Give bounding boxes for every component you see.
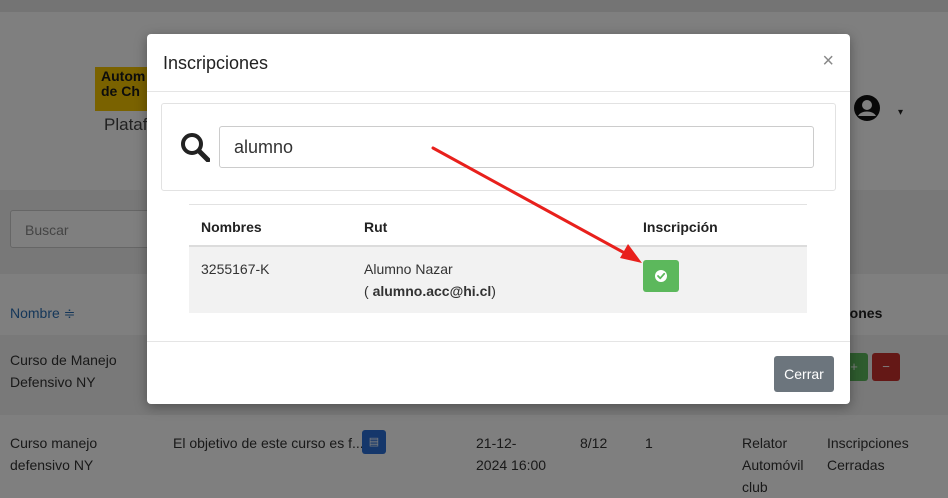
- cerrar-button[interactable]: Cerrar: [774, 356, 834, 392]
- table-row: 3255167-K Alumno Nazar ( alumno.acc@hi.c…: [189, 247, 807, 313]
- header-inscripcion: Inscripción: [643, 219, 718, 235]
- results-table-header: Nombres Rut Inscripción: [189, 204, 807, 247]
- email-open-paren: (: [364, 283, 373, 299]
- student-rut: Alumno Nazar ( alumno.acc@hi.cl): [364, 258, 496, 302]
- student-email: alumno.acc@hi.cl: [372, 283, 492, 299]
- student-search-input[interactable]: [219, 126, 814, 168]
- modal-title: Inscripciones: [163, 53, 269, 73]
- student-nombres: 3255167-K: [201, 261, 270, 277]
- header-rut: Rut: [364, 219, 388, 235]
- student-email-line: ( alumno.acc@hi.cl): [364, 280, 496, 302]
- search-icon: [181, 133, 210, 162]
- enrollment-modal: Inscripciones × Nombres Rut Inscripción …: [147, 34, 850, 404]
- close-icon[interactable]: ×: [822, 50, 834, 73]
- search-panel: [161, 103, 836, 191]
- modal-header: Inscripciones ×: [147, 34, 850, 92]
- check-circle-icon: [655, 270, 667, 282]
- student-name: Alumno Nazar: [364, 261, 453, 277]
- enroll-button[interactable]: [643, 260, 679, 292]
- modal-footer: Cerrar: [147, 341, 850, 404]
- email-close-paren: ): [491, 283, 496, 299]
- header-nombres: Nombres: [201, 219, 262, 235]
